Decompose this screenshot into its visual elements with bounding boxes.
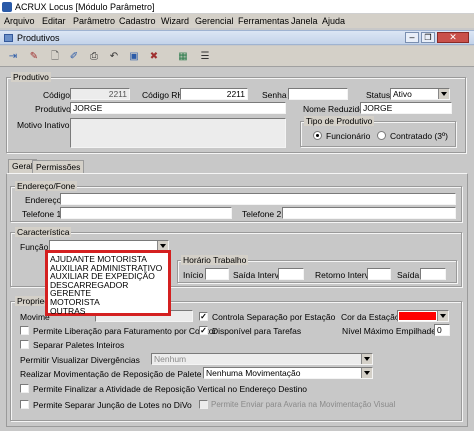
menu-cadastro[interactable]: Cadastro	[119, 16, 156, 26]
inicio-label: Início	[183, 270, 204, 280]
clear-icon[interactable]: ✎	[26, 49, 42, 64]
exit-icon[interactable]: ⇥	[5, 49, 21, 64]
nome-reduzido-label: Nome Reduzido	[303, 104, 364, 114]
app-logo-icon	[2, 2, 12, 12]
permite-separar-juncao-label[interactable]: Permite Separar Junção de Lotes no DiVo	[33, 400, 192, 410]
motivo-inativo-field[interactable]	[70, 118, 286, 148]
cor-estacao-label: Cor da Estação	[341, 312, 400, 322]
menu-ferramentas[interactable]: Ferramentas	[238, 16, 289, 26]
funcao-dropdown-list: AJUDANTE MOTORISTA AUXILIAR ADMINISTRATI…	[45, 250, 171, 316]
produtivo-group-title: Produtivo	[11, 72, 51, 82]
permite-finalizar-checkbox[interactable]	[20, 384, 29, 393]
permite-separar-juncao-checkbox[interactable]	[20, 400, 29, 409]
caracteristica-group-title: Característica	[15, 227, 72, 237]
realizar-movimentacao-select[interactable]: Nenhuma Movimentação	[203, 367, 373, 379]
motivo-inativo-label: Motivo Inativo	[17, 120, 70, 130]
produtivo-label: Produtivo	[35, 104, 71, 114]
menu-arquivo[interactable]: Arquivo	[4, 16, 35, 26]
menu-janela[interactable]: Janela	[291, 16, 318, 26]
controla-separacao-checkbox[interactable]: ✓	[199, 312, 208, 321]
permite-finalizar-label[interactable]: Permite Finalizar a Atividade de Reposiç…	[33, 384, 307, 394]
menu-editar[interactable]: Editar	[42, 16, 66, 26]
tipo-contratado-radio[interactable]	[377, 131, 386, 140]
permitir-divergencias-value: Nenhum	[154, 354, 187, 364]
retorno-interv-field[interactable]	[367, 268, 391, 280]
permite-liberacao-label[interactable]: Permite Liberação para Faturamento por C…	[33, 326, 216, 336]
saida-field[interactable]	[420, 268, 446, 280]
nivel-maximo-field[interactable]: 0	[434, 324, 450, 336]
separar-paletes-checkbox[interactable]	[20, 340, 29, 349]
horario-trabalho-title: Horário Trabalho	[181, 255, 249, 265]
saida-label: Saída	[397, 270, 420, 280]
inicio-field[interactable]	[205, 268, 229, 280]
tipo-produtivo-title: Tipo de Produtivo	[304, 116, 375, 126]
menu-gerencial[interactable]: Gerencial	[195, 16, 234, 26]
telefone1-field[interactable]	[60, 207, 232, 219]
realizar-movimentacao-value: Nenhuma Movimentação	[206, 368, 301, 378]
calculator-icon[interactable]: ▦	[175, 49, 191, 64]
window-title: Produtivos	[17, 33, 60, 43]
edit-icon[interactable]: ✐	[66, 49, 82, 64]
restore-icon[interactable]: ❐	[421, 32, 435, 43]
permitir-divergencias-select[interactable]: Nenhum	[151, 353, 373, 365]
chevron-down-icon[interactable]	[438, 89, 449, 99]
retorno-interv-label: Retorno Interv.	[315, 270, 371, 280]
menu-wizard[interactable]: Wizard	[161, 16, 189, 26]
app-title-bar: ACRUX Locus [Módulo Parâmetro]	[0, 0, 474, 14]
codigo-label: Código	[43, 90, 70, 100]
saida-interv-label: Saída Interv.	[233, 270, 281, 280]
chevron-down-icon[interactable]	[361, 368, 372, 378]
menu-bar	[0, 14, 474, 28]
delete-icon[interactable]: ✖	[146, 49, 162, 64]
menu-ajuda[interactable]: Ajuda	[322, 16, 345, 26]
permitir-divergencias-label: Permitir Visualizar Divergências	[20, 355, 140, 365]
codigo-rh-field[interactable]: 2211	[180, 88, 248, 100]
window-icon	[4, 34, 13, 42]
saida-interv-field[interactable]	[278, 268, 304, 280]
tipo-funcionario-label[interactable]: Funcionário	[326, 131, 370, 141]
endereco-label: Endereço	[25, 195, 62, 205]
controla-separacao-label[interactable]: Controla Separação por Estação	[212, 312, 335, 322]
list-icon[interactable]: ☰	[197, 49, 213, 64]
nome-reduzido-field[interactable]: JORGE	[360, 102, 452, 114]
endereco-group-title: Endereço/Fone	[15, 181, 78, 191]
produtivo-field[interactable]: JORGE	[70, 102, 286, 114]
funcao-option[interactable]: OUTRAS	[50, 306, 168, 316]
disponivel-tarefas-label[interactable]: Disponível para Tarefas	[212, 326, 301, 336]
codigo-field: 2211	[70, 88, 130, 100]
permite-enviar-avaria-label[interactable]: Permite Enviar para Avaria na Movimentaç…	[211, 400, 395, 410]
senha-label: Senha	[262, 90, 287, 100]
close-icon[interactable]: ✕	[437, 32, 469, 43]
tipo-contratado-label[interactable]: Contratado (3º)	[390, 131, 448, 141]
chevron-down-icon[interactable]	[361, 354, 372, 364]
app-title: ACRUX Locus [Módulo Parâmetro]	[15, 2, 155, 12]
telefone2-label: Telefone 2	[242, 209, 282, 219]
senha-field[interactable]	[288, 88, 348, 100]
telefone1-label: Telefone 1	[22, 209, 62, 219]
new-icon[interactable]: 🗋	[47, 49, 63, 64]
nivel-maximo-label: Nível Máximo Empilhadeira	[342, 326, 446, 336]
minimize-icon[interactable]: –	[405, 32, 419, 43]
cancel-icon[interactable]: ↶	[106, 49, 122, 64]
tipo-funcionario-radio[interactable]	[313, 131, 322, 140]
permite-enviar-avaria-checkbox[interactable]	[199, 400, 208, 409]
cor-estacao-select[interactable]	[397, 310, 449, 322]
status-value: Ativo	[393, 89, 412, 99]
separar-paletes-label[interactable]: Separar Paletes Inteiros	[33, 340, 124, 350]
codigo-rh-label: Código RH	[142, 90, 184, 100]
disponivel-tarefas-checkbox[interactable]: ✓	[199, 326, 208, 335]
window-title-bar: Produtivos – ❐ ✕	[0, 30, 474, 45]
permite-liberacao-checkbox[interactable]	[20, 326, 29, 335]
save-icon[interactable]: ▣	[126, 49, 142, 64]
print-icon[interactable]: ⎙	[86, 49, 102, 64]
realizar-movimentacao-label: Realizar Movimentação de Reposição de Pa…	[20, 369, 228, 379]
status-select[interactable]: Ativo	[390, 88, 450, 100]
tab-permissoes[interactable]: Permissões	[32, 160, 85, 173]
telefone2-field[interactable]	[282, 207, 456, 219]
menu-parametro[interactable]: Parâmetro	[73, 16, 115, 26]
endereco-field[interactable]	[60, 193, 456, 205]
cor-estacao-swatch	[399, 312, 436, 320]
chevron-down-icon[interactable]	[437, 311, 448, 321]
status-label: Status	[366, 90, 391, 100]
